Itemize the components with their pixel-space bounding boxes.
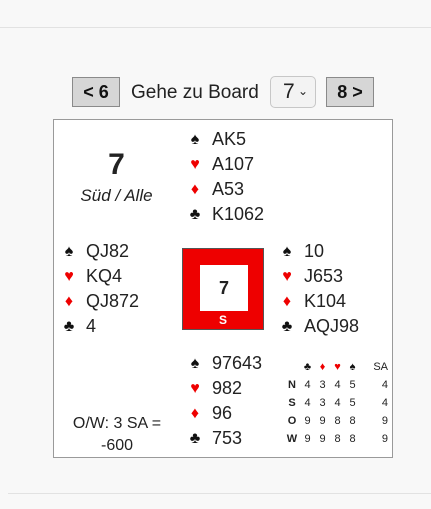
- dd-seat: S: [288, 397, 296, 409]
- board-navigation: < 6 Gehe zu Board 7 ⌄ 8 >: [0, 76, 431, 109]
- club-icon: ♣: [303, 361, 312, 373]
- dd-cell: 9: [319, 433, 326, 445]
- board-select-value: 7: [283, 80, 295, 103]
- contract-line: O/W: 3 SA =: [72, 415, 162, 432]
- dd-cell: 9: [304, 415, 311, 427]
- dd-cell: 3: [319, 397, 326, 409]
- dd-cell: 9: [319, 415, 326, 427]
- dd-row: O 9 9 8 8 9: [284, 412, 388, 430]
- dd-cell: 9: [304, 433, 311, 445]
- compass-board-number: 7: [200, 265, 248, 311]
- dealer-vulnerability: Süd / Alle: [80, 186, 153, 205]
- dd-cell: 8: [334, 415, 341, 427]
- spade-icon: ♠: [190, 354, 200, 372]
- dd-seat: N: [288, 379, 296, 391]
- double-dummy-table: ♣ ♦ ♥ ♠ SA N 4 3 4 5 4 S 4 3 4 5 4 O 9 9…: [284, 358, 388, 448]
- north-hand: ♠ AK5 ♥ A107 ♦ A53 ♣ K1062: [184, 127, 264, 227]
- compass-box: 7 S: [182, 248, 264, 330]
- south-hand: ♠ 97643 ♥ 982 ♦ 96 ♣ 753: [184, 351, 262, 451]
- club-icon: ♣: [281, 317, 293, 335]
- dd-row: W 9 9 8 8 9: [284, 430, 388, 448]
- west-clubs: 4: [86, 316, 97, 336]
- dd-cell: 3: [319, 379, 326, 391]
- south-diamonds: 96: [212, 403, 233, 423]
- north-diamonds: A53: [212, 179, 245, 199]
- contract-result: O/W: 3 SA = -600: [62, 413, 172, 457]
- goto-board-label: Gehe zu Board: [131, 82, 259, 103]
- diamond-icon: ♦: [190, 180, 200, 198]
- dd-nt-header: SA: [373, 361, 388, 373]
- dd-cell: 5: [349, 379, 356, 391]
- dd-cell: 9: [381, 433, 388, 445]
- spade-icon: ♠: [282, 242, 292, 260]
- west-hearts: KQ4: [86, 266, 123, 286]
- west-diamonds: QJ872: [86, 291, 140, 311]
- dd-cell: 4: [304, 397, 311, 409]
- north-clubs: K1062: [212, 204, 265, 224]
- spade-icon: ♠: [349, 361, 356, 373]
- diamond-icon: ♦: [319, 361, 326, 373]
- dd-row: S 4 3 4 5 4: [284, 394, 388, 412]
- east-hand: ♠ 10 ♥ J653 ♦ K104 ♣ AQJ98: [276, 239, 359, 339]
- spade-icon: ♠: [64, 242, 74, 260]
- club-icon: ♣: [63, 317, 75, 335]
- south-spades: 97643: [212, 353, 263, 373]
- bottom-divider: [8, 493, 431, 494]
- heart-icon: ♥: [64, 267, 74, 285]
- chevron-down-icon: ⌄: [297, 84, 308, 98]
- west-spades: QJ82: [86, 241, 130, 261]
- north-spades: AK5: [212, 129, 247, 149]
- board-diagram: 7 Süd / Alle ♠ AK5 ♥ A107 ♦ A53 ♣ K1062 ♠ QJ8…: [53, 119, 393, 458]
- dd-cell: 4: [304, 379, 311, 391]
- dd-seat: W: [286, 433, 298, 445]
- club-icon: ♣: [189, 205, 201, 223]
- north-hearts: A107: [212, 154, 255, 174]
- east-spades: 10: [304, 241, 325, 261]
- dd-cell: 9: [381, 415, 388, 427]
- dd-cell: 8: [349, 433, 356, 445]
- dd-cell: 8: [334, 433, 341, 445]
- compass-dealer-seat: S: [218, 313, 227, 327]
- board-number: 7: [108, 148, 125, 181]
- dd-cell: 4: [334, 379, 341, 391]
- board-select[interactable]: 7 ⌄: [270, 76, 316, 108]
- dd-cell: 4: [334, 397, 341, 409]
- south-clubs: 753: [212, 428, 243, 448]
- east-clubs: AQJ98: [304, 316, 360, 336]
- club-icon: ♣: [189, 429, 201, 447]
- dd-header-row: ♣ ♦ ♥ ♠ SA: [284, 358, 388, 376]
- diamond-icon: ♦: [190, 404, 200, 422]
- dd-cell: 4: [381, 397, 388, 409]
- heart-icon: ♥: [334, 361, 341, 373]
- next-board-button[interactable]: 8 >: [326, 77, 374, 107]
- west-hand: ♠ QJ82 ♥ KQ4 ♦ QJ872 ♣ 4: [58, 239, 139, 339]
- east-diamonds: K104: [304, 291, 347, 311]
- dd-cell: 5: [349, 397, 356, 409]
- dd-corner: [284, 358, 300, 376]
- dd-seat: O: [287, 415, 297, 427]
- top-divider: [0, 27, 431, 28]
- diamond-icon: ♦: [282, 292, 292, 310]
- south-hearts: 982: [212, 378, 243, 398]
- previous-board-button[interactable]: < 6: [72, 77, 120, 107]
- dd-cell: 4: [381, 379, 388, 391]
- heart-icon: ♥: [190, 379, 200, 397]
- heart-icon: ♥: [282, 267, 292, 285]
- dd-cell: 8: [349, 415, 356, 427]
- score-line: -600: [100, 437, 134, 454]
- dd-row: N 4 3 4 5 4: [284, 376, 388, 394]
- heart-icon: ♥: [190, 155, 200, 173]
- diamond-icon: ♦: [64, 292, 74, 310]
- east-hearts: J653: [304, 266, 344, 286]
- spade-icon: ♠: [190, 130, 200, 148]
